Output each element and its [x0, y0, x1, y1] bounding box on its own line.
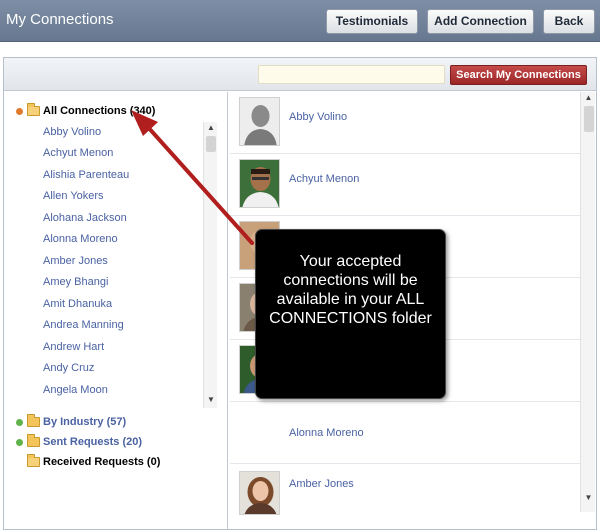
- table-row[interactable]: Achyut Menon: [230, 154, 580, 216]
- list-item[interactable]: Alishia Parenteau: [43, 169, 129, 185]
- list-item[interactable]: Abby Volino: [43, 126, 101, 142]
- table-row[interactable]: Amber Jones: [230, 464, 580, 529]
- tree-label: All Connections (340): [43, 105, 156, 117]
- avatar: [239, 159, 280, 208]
- folder-tree: All Connections (340) Abby Volino Achyut…: [4, 92, 228, 529]
- list-item[interactable]: Andrea Manning: [43, 319, 124, 335]
- expand-bullet-icon[interactable]: [16, 419, 23, 426]
- tree-label: Sent Requests (20): [43, 436, 143, 448]
- open-folder-icon: [27, 454, 40, 467]
- connection-name[interactable]: Achyut Menon: [289, 173, 359, 185]
- list-item[interactable]: Amber Jones: [43, 255, 108, 271]
- tree-item-by-industry[interactable]: By Industry (57): [16, 414, 216, 431]
- table-row[interactable]: Abby Volino: [230, 92, 580, 154]
- connection-name[interactable]: Abby Volino: [289, 111, 347, 123]
- search-toolbar: Search My Connections: [4, 58, 596, 91]
- testimonials-button[interactable]: Testimonials: [326, 9, 418, 34]
- back-button[interactable]: Back: [543, 9, 595, 34]
- scroll-down-icon[interactable]: ▼: [204, 394, 218, 406]
- list-scrollbar[interactable]: ▲ ▼: [580, 92, 595, 512]
- connection-name[interactable]: Amber Jones: [289, 478, 354, 490]
- folder-icon: [27, 414, 40, 427]
- header-bar: My Connections Testimonials Add Connecti…: [0, 0, 600, 42]
- search-my-connections-button[interactable]: Search My Connections: [450, 65, 587, 85]
- tree-item-sent-requests[interactable]: Sent Requests (20): [16, 434, 216, 451]
- tooltip-callout: Your accepted connections will be availa…: [255, 229, 446, 399]
- avatar: [239, 471, 280, 515]
- add-connection-button[interactable]: Add Connection: [427, 9, 534, 34]
- list-item[interactable]: Alonna Moreno: [43, 233, 118, 249]
- list-item[interactable]: Achyut Menon: [43, 147, 113, 163]
- list-item[interactable]: Andrew Hart: [43, 341, 104, 357]
- collapse-bullet-icon[interactable]: [16, 108, 23, 115]
- list-item[interactable]: Allen Yokers: [43, 190, 104, 206]
- table-row[interactable]: Alonna Moreno: [230, 402, 580, 464]
- search-input[interactable]: [258, 65, 445, 84]
- scroll-up-icon[interactable]: ▲: [204, 122, 218, 134]
- scroll-down-icon[interactable]: ▼: [581, 492, 596, 504]
- avatar: [239, 97, 280, 146]
- tree-label: By Industry (57): [43, 416, 127, 428]
- expand-bullet-icon[interactable]: [16, 439, 23, 446]
- scroll-thumb[interactable]: [206, 136, 216, 152]
- list-item[interactable]: Andy Cruz: [43, 362, 94, 378]
- scroll-up-icon[interactable]: ▲: [581, 92, 596, 104]
- page-title: My Connections: [6, 11, 114, 28]
- folder-icon: [27, 434, 40, 447]
- list-item[interactable]: Amit Dhanuka: [43, 298, 112, 314]
- tree-scrollbar[interactable]: ▲ ▼: [203, 122, 217, 408]
- tree-label: Received Requests (0): [43, 456, 161, 468]
- list-item[interactable]: Amey Bhangi: [43, 276, 108, 292]
- list-item[interactable]: Alohana Jackson: [43, 212, 127, 228]
- scroll-thumb[interactable]: [584, 106, 594, 132]
- tree-item-all-connections[interactable]: All Connections (340): [16, 103, 216, 120]
- connection-name-list: Abby Volino Achyut Menon Alishia Parente…: [43, 122, 201, 404]
- list-item[interactable]: Angela Moon: [43, 384, 108, 400]
- connection-name[interactable]: Alonna Moreno: [289, 427, 364, 439]
- open-folder-icon: [27, 103, 40, 116]
- tree-item-received-requests[interactable]: Received Requests (0): [16, 454, 216, 471]
